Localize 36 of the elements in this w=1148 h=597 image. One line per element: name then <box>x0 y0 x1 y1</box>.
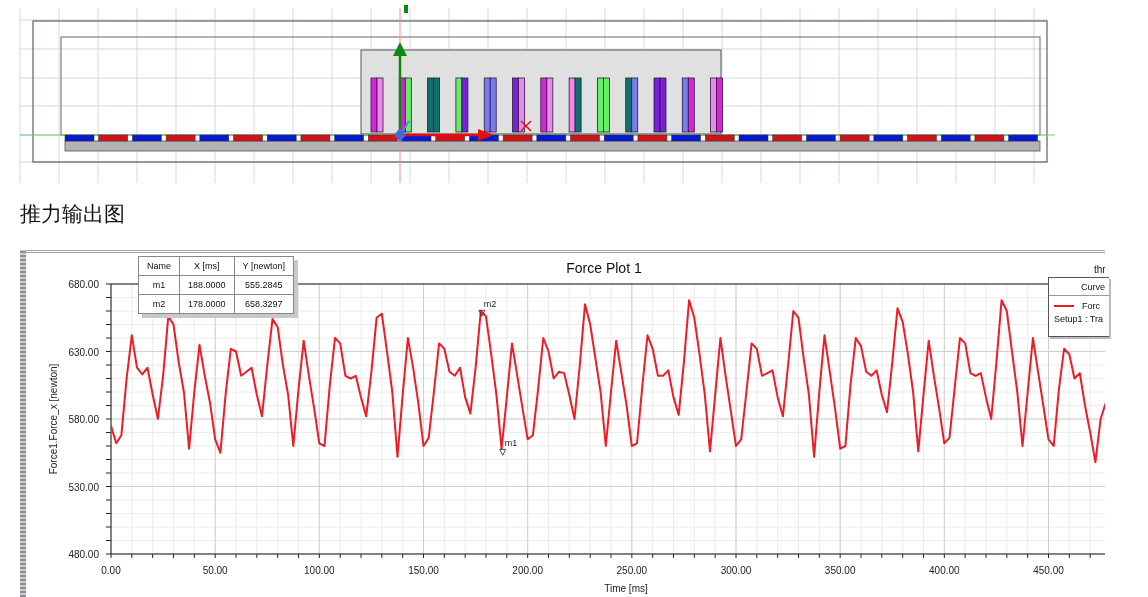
x-tick-label: 100.00 <box>304 565 335 576</box>
y-tick-label: 680.00 <box>68 279 99 290</box>
y-tick-label: 480.00 <box>68 549 99 560</box>
plot-title: Force Plot 1 <box>566 260 642 276</box>
x-axis-title: Time [ms] <box>604 583 648 594</box>
plot-corner-text: thr <box>1094 264 1105 275</box>
y-axis-title: Force1.Force_x [newton] <box>48 363 59 475</box>
table-cell: 658.3297 <box>234 294 294 314</box>
column-header: Name <box>138 256 180 276</box>
x-tick-label: 400.00 <box>929 565 960 576</box>
marker-label: m1 <box>504 438 518 449</box>
legend-title: Curve <box>1049 278 1109 296</box>
column-header: Y [newton] <box>234 256 294 276</box>
table-cell: 188.0000 <box>179 275 235 295</box>
caption-text: 推力输出图 <box>20 200 125 228</box>
y-tick-label: 530.00 <box>68 481 99 493</box>
marker-icon <box>478 309 486 317</box>
x-tick-label: 150.00 <box>408 565 439 576</box>
table-cell: m1 <box>138 275 180 295</box>
x-tick-label: 0.00 <box>101 565 121 576</box>
table-cell: m2 <box>138 294 180 314</box>
marker-label: m2 <box>483 299 497 310</box>
y-tick-label: 630.00 <box>68 346 99 358</box>
table-cell: 555.2845 <box>234 275 294 295</box>
x-tick-label: 200.00 <box>512 565 543 576</box>
legend-label: Forc <box>1082 301 1100 311</box>
x-tick-label: 50.00 <box>202 565 228 576</box>
x-tick-label: 250.00 <box>616 565 648 576</box>
table-cell: 178.0000 <box>179 294 235 314</box>
marker-icon <box>499 448 507 456</box>
x-tick-label: 300.00 <box>720 565 752 576</box>
x-tick-label: 450.00 <box>1033 565 1064 576</box>
x-tick-label: 350.00 <box>824 565 856 576</box>
y-tick-label: 580.00 <box>68 414 99 425</box>
legend-note: Setup1 : Tra <box>1053 313 1105 324</box>
column-header: X [ms] <box>179 256 235 276</box>
